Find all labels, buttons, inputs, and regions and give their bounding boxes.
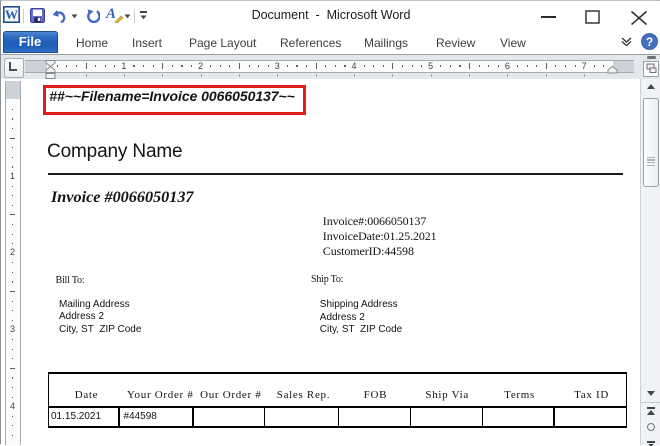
svg-text:?: ? bbox=[646, 35, 653, 49]
